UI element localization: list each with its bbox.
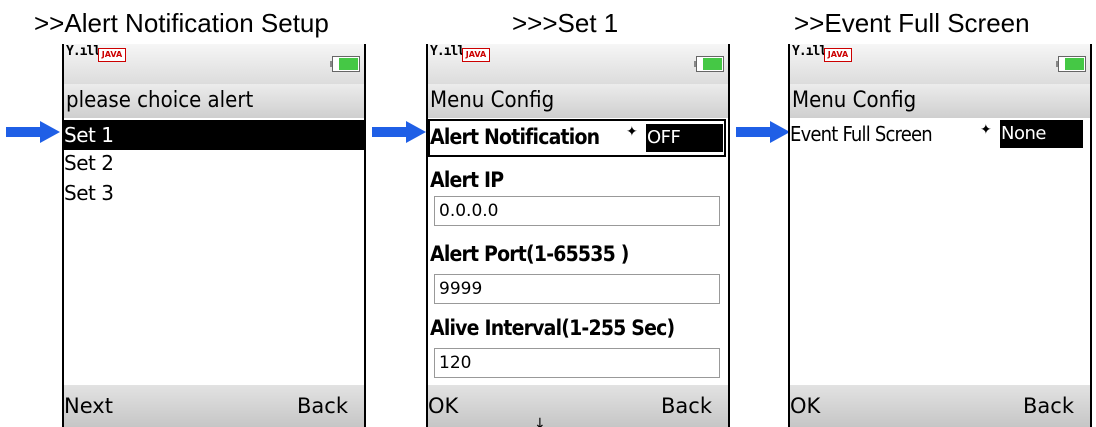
phone-screen-1: Y.ıll JAVA please choice alert Set 1 Set… — [62, 44, 366, 427]
battery-icon — [330, 56, 360, 72]
dropdown-arrow-icon: ✦ — [980, 122, 992, 138]
next-softkey[interactable]: Next — [64, 385, 113, 427]
phone-screen-3: Y.ıll JAVA Menu Config Event Full Screen… — [788, 44, 1092, 427]
alert-notification-select[interactable]: OFF — [646, 124, 723, 152]
pointer-arrow-icon — [736, 121, 790, 143]
softkey-bar: OK Back — [790, 385, 1090, 427]
alert-notification-row[interactable]: Alert Notification ✦ OFF — [428, 119, 726, 157]
battery-icon — [1056, 56, 1086, 72]
back-softkey[interactable]: Back — [297, 385, 348, 427]
signal-icon: Y.ıll — [430, 44, 465, 59]
page-title: Menu Config — [790, 84, 1090, 118]
alert-port-label: Alert Port(1-65535 ) — [430, 242, 629, 266]
page-title: please choice alert — [64, 84, 364, 118]
list-item-set-3[interactable]: Set 3 — [64, 178, 364, 208]
event-full-screen-label: Event Full Screen — [790, 122, 933, 146]
java-badge: JAVA — [462, 48, 490, 62]
ok-softkey[interactable]: OK — [790, 385, 820, 427]
screen2-title: >>>Set 1 — [512, 8, 619, 38]
status-bar: Y.ıll JAVA — [428, 44, 728, 84]
java-badge: JAVA — [824, 48, 852, 62]
list-item-set-2[interactable]: Set 2 — [64, 148, 364, 178]
pointer-arrow-icon — [372, 121, 426, 143]
softkey-bar: Next Back — [64, 385, 364, 427]
alert-port-field[interactable]: 9999 — [434, 274, 720, 304]
pointer-arrow-icon — [6, 121, 60, 143]
page-title: Menu Config — [428, 84, 728, 118]
status-bar: Y.ıll JAVA — [790, 44, 1090, 84]
back-softkey[interactable]: Back — [1023, 385, 1074, 427]
softkey-bar: OK ↓ Back — [428, 385, 728, 427]
battery-icon — [694, 56, 724, 72]
scroll-down-icon: ↓ — [534, 416, 546, 427]
back-softkey[interactable]: Back — [661, 385, 712, 427]
phone-screen-2: Y.ıll JAVA Menu Config Alert Notificatio… — [426, 44, 730, 427]
event-full-screen-select[interactable]: None — [1000, 120, 1083, 148]
alert-ip-label: Alert IP — [430, 168, 504, 192]
alert-notification-label: Alert Notification — [430, 125, 600, 149]
ok-softkey[interactable]: OK — [428, 385, 458, 427]
screen1-title: >>Alert Notification Setup — [34, 8, 329, 38]
list-item-set-1[interactable]: Set 1 — [64, 120, 364, 150]
status-bar: Y.ıll JAVA — [64, 44, 364, 84]
alive-interval-field[interactable]: 120 — [434, 348, 720, 378]
signal-icon: Y.ıll — [792, 44, 827, 59]
java-badge: JAVA — [98, 48, 126, 62]
signal-icon: Y.ıll — [66, 44, 101, 59]
alive-interval-label: Alive Interval(1-255 Sec) — [430, 316, 675, 340]
dropdown-arrow-icon: ✦ — [626, 124, 638, 140]
alert-ip-field[interactable]: 0.0.0.0 — [434, 196, 720, 226]
screen3-title: >>Event Full Screen — [794, 8, 1030, 38]
